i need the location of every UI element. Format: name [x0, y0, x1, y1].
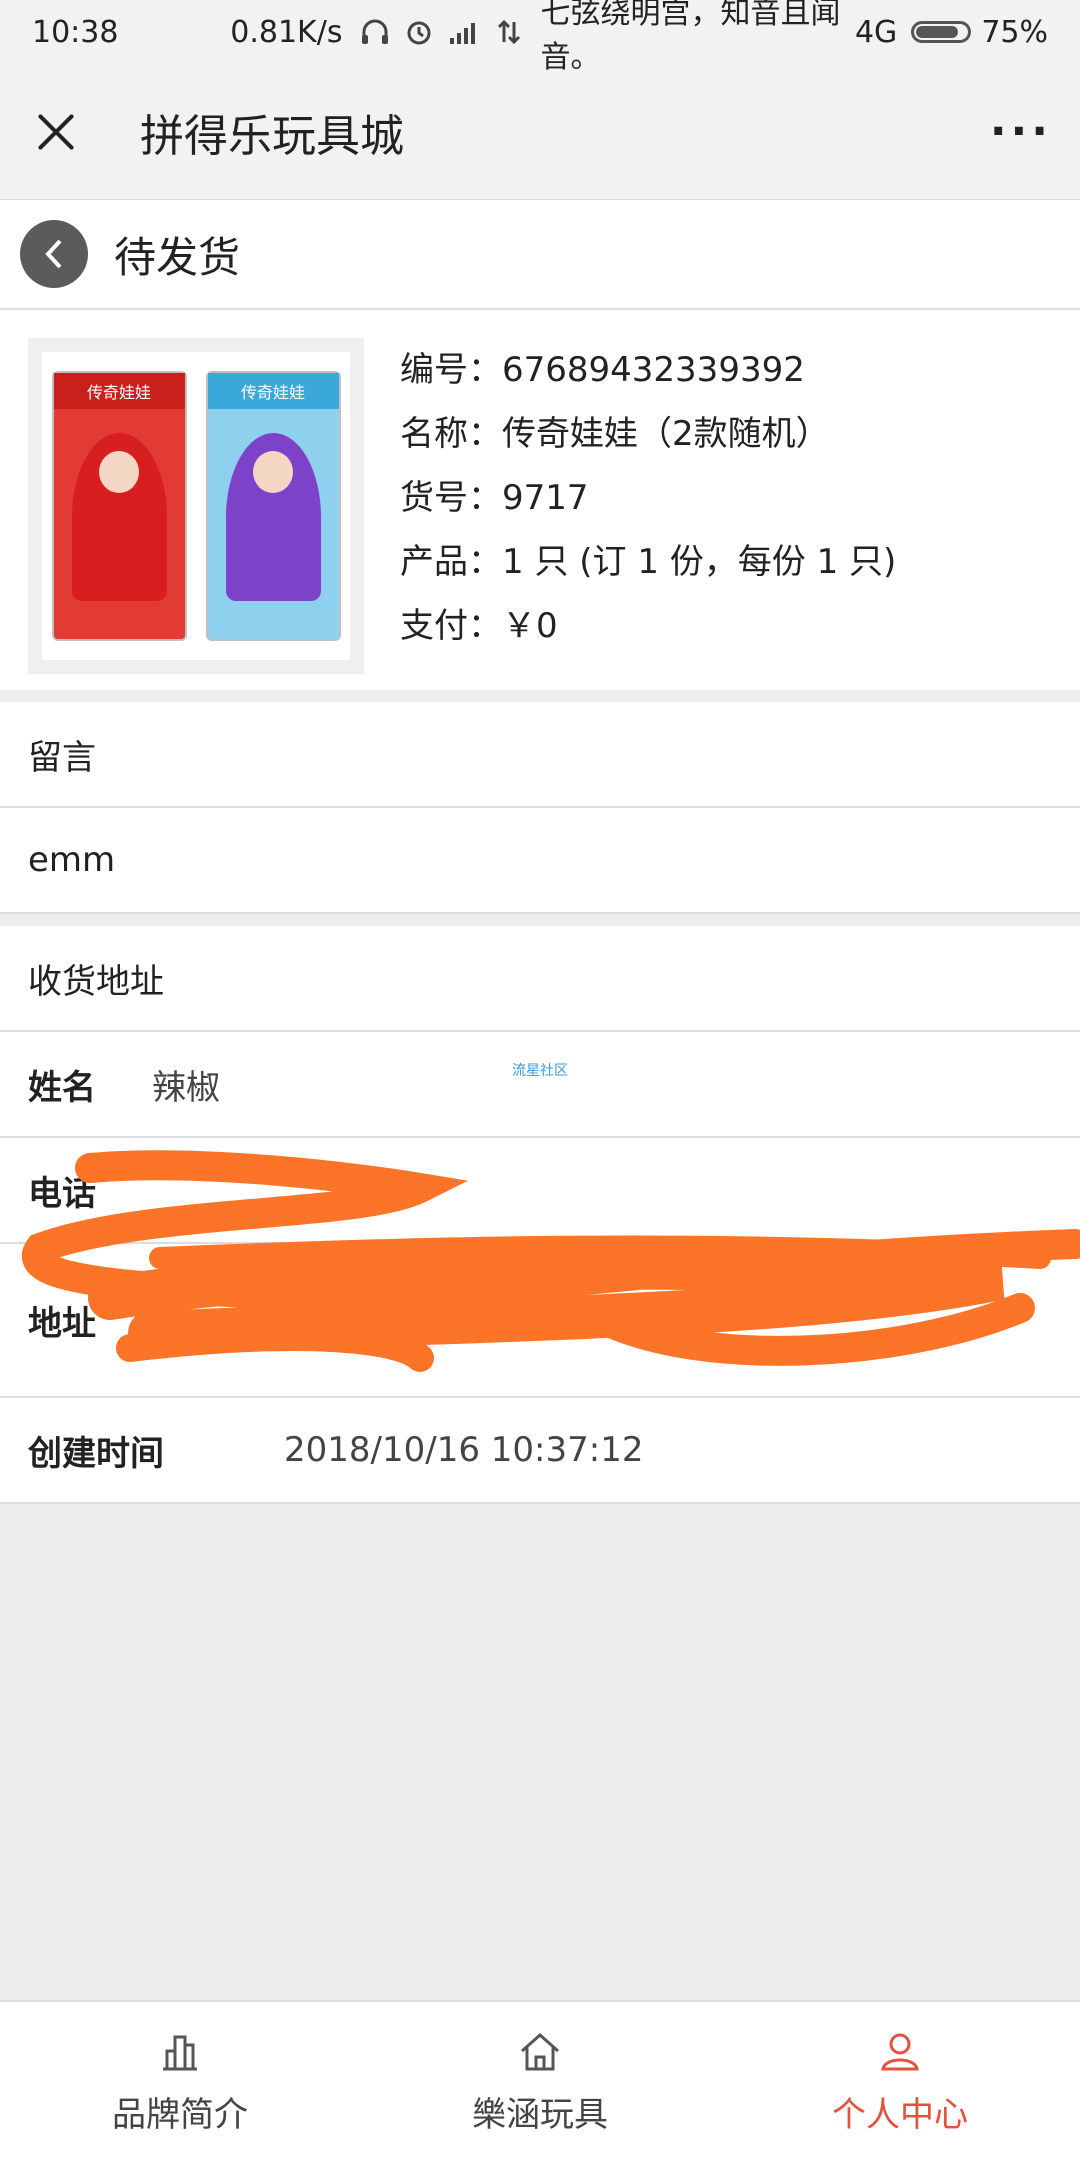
- headphones-icon: [362, 19, 389, 44]
- address-section-row: 收货地址: [0, 926, 1080, 1032]
- watermark-text: 流星社区: [512, 1063, 568, 1079]
- status-time: 10:38: [32, 14, 119, 50]
- more-options-icon[interactable]: ···: [990, 106, 1052, 157]
- product-image[interactable]: 传奇娃娃 传奇娃娃: [28, 338, 364, 674]
- name-value: 辣椒: [152, 1067, 220, 1108]
- message-label-row: 留言: [0, 702, 1080, 808]
- tab-label: 品牌简介: [112, 2094, 248, 2135]
- message-value-row: emm: [0, 808, 1080, 914]
- status-network: 4G: [854, 14, 898, 50]
- status-icons: [360, 17, 522, 47]
- product-name: 名称：传奇娃娃（2款随机）: [400, 414, 830, 454]
- message-section: 留言 emm: [0, 702, 1080, 914]
- created-label: 创建时间: [28, 1433, 164, 1474]
- doll-box-blue: 传奇娃娃: [205, 371, 341, 641]
- back-button[interactable]: [20, 220, 88, 288]
- tab-home[interactable]: 樂涵玩具: [360, 2002, 720, 2162]
- signal-icon: [450, 23, 476, 44]
- bottom-tab-bar: 品牌简介 樂涵玩具 个人中心: [0, 2000, 1080, 2162]
- status-motto: 七弦绕明宫，知音且闻音。: [540, 0, 841, 75]
- phone-label: 电话: [28, 1173, 96, 1214]
- top-bar: 拼得乐玩具城 ···: [0, 64, 1080, 200]
- product-card: 传奇娃娃 传奇娃娃 编号：67689432339392 名称：传奇娃娃（2款随机…: [0, 310, 1080, 702]
- created-value: 2018/10/16 10:37:12: [284, 1430, 644, 1470]
- message-value: emm: [28, 840, 116, 880]
- address-row: 地址: [0, 1244, 1080, 1398]
- product-info: 编号：67689432339392 名称：传奇娃娃（2款随机） 货号：9717 …: [400, 338, 896, 658]
- data-arrows-icon: [498, 19, 521, 45]
- order-status-header: 待发货: [0, 200, 1080, 310]
- product-id: 编号：67689432339392: [400, 350, 805, 390]
- message-label: 留言: [28, 737, 96, 778]
- doll-box-red: 传奇娃娃: [51, 371, 187, 641]
- chevron-left-icon: [45, 239, 62, 269]
- tab-brand-intro[interactable]: 品牌简介: [0, 2002, 360, 2162]
- address-section: 收货地址 姓名 辣椒 流星社区 电话 地址 创建时间 2018/10/16 10…: [0, 926, 1080, 1504]
- status-bar: 10:38 0.81K/s 七弦绕明宫，知音且闻音。 4G 75%: [0, 0, 1080, 75]
- address-section-label: 收货地址: [28, 961, 164, 1002]
- battery-icon: [911, 21, 972, 43]
- tab-profile[interactable]: 个人中心: [720, 2002, 1080, 2162]
- address-label: 地址: [28, 1303, 96, 1344]
- alarm-icon: [407, 21, 431, 45]
- bar-chart-icon: [163, 2035, 197, 2070]
- phone-row: 电话: [0, 1138, 1080, 1244]
- product-payment: 支付：￥0: [400, 606, 558, 646]
- close-icon[interactable]: [28, 104, 84, 160]
- product-sku: 货号：9717: [400, 478, 589, 518]
- order-status-label: 待发货: [114, 232, 241, 282]
- name-label: 姓名: [28, 1067, 96, 1108]
- tab-label: 樂涵玩具: [472, 2094, 608, 2135]
- tab-label: 个人中心: [832, 2094, 968, 2135]
- user-icon: [881, 2033, 919, 2070]
- product-quantity: 产品：1 只 (订 1 份，每份 1 只): [400, 542, 897, 582]
- name-row: 姓名 辣椒 流星社区: [0, 1032, 1080, 1138]
- page-title: 拼得乐玩具城: [140, 110, 404, 162]
- battery-percent: 75%: [981, 14, 1048, 50]
- created-row: 创建时间 2018/10/16 10:37:12: [0, 1398, 1080, 1504]
- home-icon: [521, 2032, 559, 2070]
- status-speed: 0.81K/s: [230, 14, 343, 50]
- battery-indicator: 75%: [911, 15, 1048, 50]
